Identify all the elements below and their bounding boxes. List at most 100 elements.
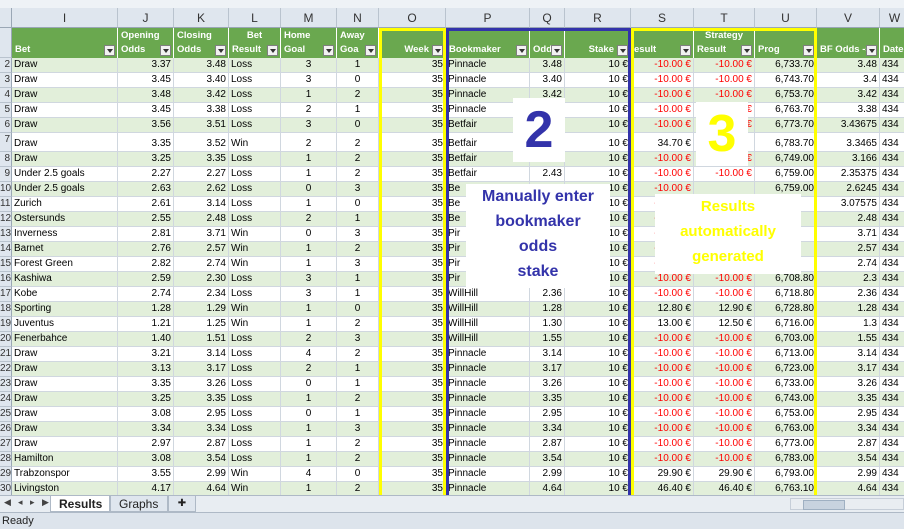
cell-home-goals[interactable]: 4 — [281, 347, 337, 362]
cell-odds[interactable]: 2.43 — [530, 167, 565, 182]
cell-closing-odds[interactable]: 2.34 — [174, 287, 229, 302]
cell-week[interactable]: 35 — [379, 362, 446, 377]
cell-bf-odds[interactable]: 3.35 — [817, 392, 880, 407]
cell-bookmaker[interactable]: Pinnacle — [446, 467, 530, 482]
cell-odds[interactable]: 2.87 — [530, 437, 565, 452]
cell-closing-odds[interactable]: 2.48 — [174, 212, 229, 227]
cell-date[interactable]: 434 — [880, 197, 904, 212]
row-header[interactable]: 19 — [0, 317, 12, 332]
cell-closing-odds[interactable]: 2.57 — [174, 242, 229, 257]
cell-bet[interactable]: Draw — [12, 73, 118, 88]
cell-bet[interactable]: Barnet — [12, 242, 118, 257]
cell-week[interactable]: 35 — [379, 347, 446, 362]
cell-closing-odds[interactable]: 3.17 — [174, 362, 229, 377]
cell-home-goals[interactable]: 1 — [281, 437, 337, 452]
cell-bet[interactable]: Draw — [12, 58, 118, 73]
cell-home-goals[interactable]: 1 — [281, 317, 337, 332]
row-header[interactable]: 10 — [0, 182, 12, 197]
cell-bet-result[interactable]: Loss — [229, 182, 281, 197]
cell-bet-result[interactable]: Loss — [229, 392, 281, 407]
cell-bet-result[interactable]: Loss — [229, 332, 281, 347]
cell-closing-odds[interactable]: 3.48 — [174, 58, 229, 73]
cell-home-goals[interactable]: 2 — [281, 212, 337, 227]
cell-bet-result[interactable]: Win — [229, 467, 281, 482]
row-header[interactable]: 25 — [0, 407, 12, 422]
cell-bet-result[interactable]: Loss — [229, 452, 281, 467]
cell-result[interactable]: -10.00 € — [631, 362, 694, 377]
cell-closing-odds[interactable]: 1.29 — [174, 302, 229, 317]
cell-away-goals[interactable]: 1 — [337, 272, 379, 287]
cell-home-goals[interactable]: 1 — [281, 302, 337, 317]
row-header[interactable]: 4 — [0, 88, 12, 103]
cell-bf-odds[interactable]: 2.3 — [817, 272, 880, 287]
cell-stake[interactable]: 10 € — [565, 407, 631, 422]
cell-bet-result[interactable]: Loss — [229, 422, 281, 437]
cell-away-goals[interactable]: 2 — [337, 392, 379, 407]
cell-away-goals[interactable]: 1 — [337, 103, 379, 118]
cell-opening-odds[interactable]: 2.59 — [118, 272, 174, 287]
cell-bet-result[interactable]: Loss — [229, 73, 281, 88]
cell-opening-odds[interactable]: 3.48 — [118, 88, 174, 103]
cell-result[interactable]: -10.00 € — [631, 422, 694, 437]
cell-bet[interactable]: Draw — [12, 118, 118, 133]
cell-date[interactable]: 434 — [880, 272, 904, 287]
cell-away-goals[interactable]: 2 — [337, 437, 379, 452]
cell-date[interactable]: 434 — [880, 392, 904, 407]
cell-prog[interactable]: 6,723.00 — [755, 362, 817, 377]
cell-date[interactable]: 434 — [880, 302, 904, 317]
cell-closing-odds[interactable]: 3.14 — [174, 347, 229, 362]
cell-away-goals[interactable]: 3 — [337, 227, 379, 242]
filter-dropdown-icon[interactable] — [160, 45, 171, 56]
cell-date[interactable]: 434 — [880, 287, 904, 302]
cell-strategy-result[interactable]: -10.00 € — [694, 437, 755, 452]
filter-dropdown-icon[interactable] — [267, 45, 278, 56]
cell-bet[interactable]: Ostersunds — [12, 212, 118, 227]
cell-prog[interactable]: 6,703.00 — [755, 332, 817, 347]
cell-bet-result[interactable]: Loss — [229, 407, 281, 422]
next-sheet-arrow-icon[interactable]: ▸ — [30, 497, 35, 508]
cell-bookmaker[interactable]: Pinnacle — [446, 452, 530, 467]
tab-results[interactable]: Results — [50, 496, 110, 512]
cell-bookmaker[interactable]: Pinnacle — [446, 73, 530, 88]
cell-opening-odds[interactable]: 3.34 — [118, 422, 174, 437]
cell-bookmaker[interactable]: Pinnacle — [446, 437, 530, 452]
cell-home-goals[interactable]: 2 — [281, 332, 337, 347]
cell-away-goals[interactable]: 3 — [337, 257, 379, 272]
cell-prog[interactable]: 6,749.00 — [755, 152, 817, 167]
cell-stake[interactable]: 10 € — [565, 58, 631, 73]
cell-away-goals[interactable]: 2 — [337, 152, 379, 167]
cell-bf-odds[interactable]: 1.28 — [817, 302, 880, 317]
cell-home-goals[interactable]: 2 — [281, 362, 337, 377]
cell-bf-odds[interactable]: 3.38 — [817, 103, 880, 118]
cell-date[interactable]: 434 — [880, 152, 904, 167]
row-header[interactable]: 23 — [0, 377, 12, 392]
cell-odds[interactable]: 3.40 — [530, 73, 565, 88]
cell-away-goals[interactable]: 1 — [337, 287, 379, 302]
cell-bet-result[interactable]: Win — [229, 302, 281, 317]
cell-week[interactable]: 35 — [379, 103, 446, 118]
cell-away-goals[interactable]: 2 — [337, 242, 379, 257]
cell-closing-odds[interactable]: 3.26 — [174, 377, 229, 392]
cell-home-goals[interactable]: 3 — [281, 58, 337, 73]
cell-stake[interactable]: 10 € — [565, 317, 631, 332]
cell-bet-result[interactable]: Win — [229, 242, 281, 257]
cell-stake[interactable]: 10 € — [565, 287, 631, 302]
cell-prog[interactable]: 6,716.00 — [755, 317, 817, 332]
cell-home-goals[interactable]: 1 — [281, 422, 337, 437]
cell-away-goals[interactable]: 2 — [337, 347, 379, 362]
row-header[interactable]: 5 — [0, 103, 12, 118]
cell-away-goals[interactable]: 3 — [337, 182, 379, 197]
cell-date[interactable]: 434 — [880, 227, 904, 242]
insert-sheet-icon[interactable]: ✚ — [168, 496, 196, 512]
cell-away-goals[interactable]: 2 — [337, 452, 379, 467]
cell-stake[interactable]: 10 € — [565, 152, 631, 167]
cell-strategy-result[interactable]: 12.50 € — [694, 317, 755, 332]
cell-date[interactable]: 434 — [880, 257, 904, 272]
cell-home-goals[interactable]: 3 — [281, 73, 337, 88]
cell-week[interactable]: 35 — [379, 212, 446, 227]
cell-bf-odds[interactable]: 3.34 — [817, 422, 880, 437]
cell-bf-odds[interactable]: 3.48 — [817, 58, 880, 73]
filter-dropdown-icon[interactable] — [866, 45, 877, 56]
cell-bet[interactable]: Draw — [12, 422, 118, 437]
cell-week[interactable]: 35 — [379, 197, 446, 212]
